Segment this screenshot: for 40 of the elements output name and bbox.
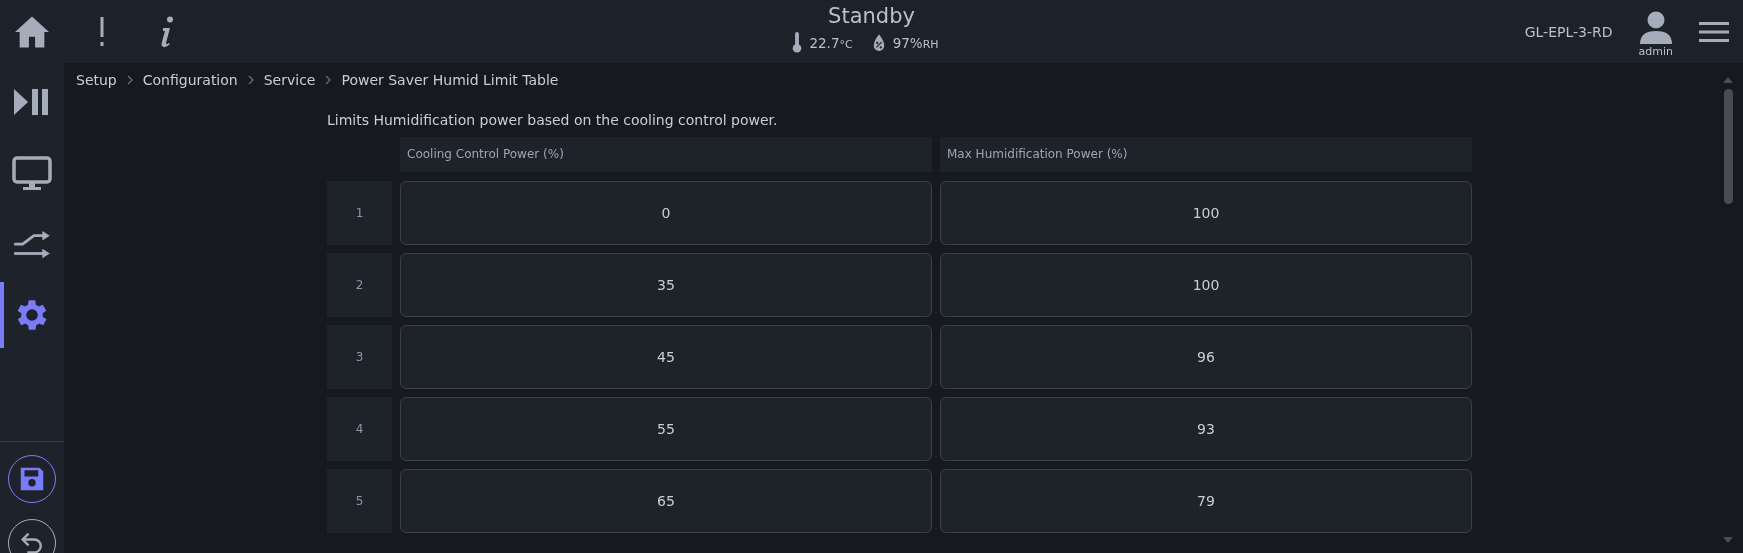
value-input[interactable]: 65 <box>400 469 932 533</box>
value-input[interactable]: 0 <box>400 181 932 245</box>
value-input[interactable]: 100 <box>940 253 1472 317</box>
breadcrumb-link[interactable]: Service <box>263 72 316 88</box>
chevron-icon <box>247 75 254 85</box>
thermometer-icon <box>792 32 803 53</box>
column-header: Cooling Control Power (%) <box>400 137 932 172</box>
row-number: 5 <box>327 469 392 533</box>
value-input[interactable]: 35 <box>400 253 932 317</box>
home-icon[interactable] <box>13 14 51 49</box>
description-text: Limits Humidification power based on the cooling control power. <box>327 112 779 128</box>
user-icon[interactable] <box>1638 11 1673 45</box>
temperature-value: 22.7°C <box>809 34 853 51</box>
device-name: GL-EPL-3-RD <box>1524 23 1613 40</box>
user-name: admin <box>1638 45 1673 58</box>
info-icon[interactable] <box>159 15 175 48</box>
value-input[interactable]: 96 <box>940 325 1472 389</box>
column-header: Max Humidification Power (%) <box>940 137 1472 172</box>
monitor-icon <box>12 156 52 192</box>
value-input[interactable]: 45 <box>400 325 932 389</box>
humidity-icon <box>871 33 886 52</box>
humidity-value: 97%RH <box>892 34 939 51</box>
row-number: 4 <box>327 397 392 461</box>
chevron-icon <box>126 75 133 85</box>
breadcrumb-link[interactable]: Configuration <box>142 72 238 88</box>
play-pause-icon <box>14 87 50 117</box>
row-number: 2 <box>327 253 392 317</box>
status-title: Standby <box>828 4 915 28</box>
row-number: 3 <box>327 325 392 389</box>
row-number: 1 <box>327 181 392 245</box>
value-input[interactable]: 100 <box>940 181 1472 245</box>
value-input[interactable]: 93 <box>940 397 1472 461</box>
breadcrumb-link[interactable]: Power Saver Humid Limit Table <box>341 72 559 88</box>
value-input[interactable]: 79 <box>940 469 1472 533</box>
scrollbar-thumb[interactable] <box>1723 89 1733 204</box>
value-input[interactable]: 55 <box>400 397 932 461</box>
menu-icon[interactable] <box>1699 20 1729 43</box>
chevron-icon <box>325 75 332 85</box>
breadcrumb-link[interactable]: Setup <box>76 72 117 88</box>
arrows-icon <box>13 231 51 261</box>
